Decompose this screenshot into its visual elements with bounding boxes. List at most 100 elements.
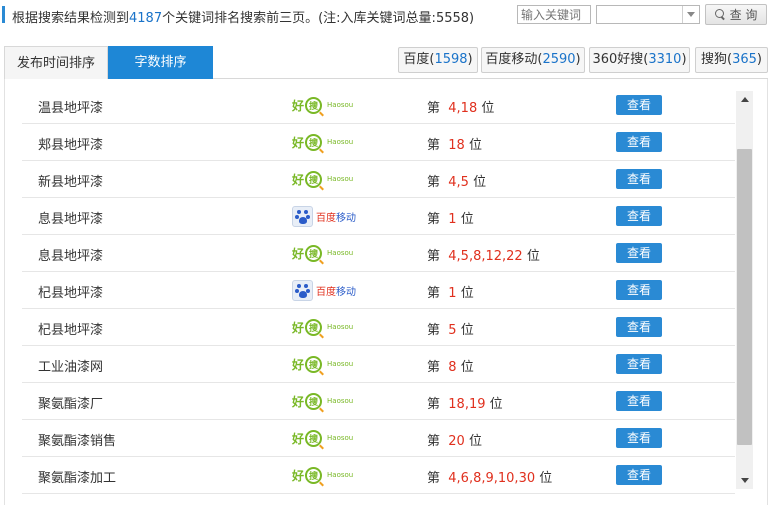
- keyword-text: 新县地坪漆: [38, 175, 104, 190]
- engine-count: 1598: [434, 52, 468, 67]
- view-button[interactable]: 查看: [616, 391, 662, 411]
- rank-text: 第 8 位: [427, 360, 474, 375]
- keyword-text: 聚氨酯漆厂: [38, 397, 104, 412]
- keyword-text: 工业油漆网: [38, 360, 104, 375]
- engine-count: 2590: [542, 52, 576, 67]
- engine-count: 3310: [648, 52, 682, 67]
- engine-name: 搜狗: [701, 52, 728, 67]
- summary-bar: 根据搜索结果检测到4187个关键词排名搜索前三页。(注:入库关键词总量:5558…: [0, 0, 772, 30]
- tab-word-count-sort[interactable]: 字数排序: [108, 46, 213, 79]
- view-button[interactable]: 查看: [616, 169, 662, 189]
- haosou-logo-icon: 好 搜 Haosou: [292, 466, 354, 484]
- table-row: 工业油漆网 好 搜 Haosou 第 8 位 查看: [22, 346, 735, 383]
- rank-text: 第 4,5 位: [427, 175, 487, 190]
- table-row: 聚氨酯漆加工 好 搜 Haosou 第 4,6,8,9,10,30 位 查看: [22, 457, 735, 494]
- rank-positions: 8: [448, 360, 457, 375]
- rank-positions: 5: [448, 323, 457, 338]
- tab-publish-time-sort[interactable]: 发布时间排序: [4, 46, 108, 79]
- baidu-mobile-logo-icon: 百度移动: [292, 205, 356, 227]
- table-row: 杞县地坪漆 好 搜 Haosou 第 5 位 查看: [22, 309, 735, 346]
- table-row: 聚氨酯漆厂 好 搜 Haosou 第 18,19 位 查看: [22, 383, 735, 420]
- keyword-input[interactable]: [517, 5, 591, 24]
- table-row: 郏县地坪漆 好 搜 Haosou 第 18 位 查看: [22, 124, 735, 161]
- scroll-thumb[interactable]: [737, 149, 752, 445]
- engine-filter-sogou[interactable]: 搜狗(365): [695, 47, 768, 73]
- view-button[interactable]: 查看: [616, 243, 662, 263]
- rank-text: 第 18 位: [427, 138, 482, 153]
- chevron-down-icon[interactable]: [682, 6, 699, 23]
- keyword-text: 杞县地坪漆: [38, 286, 104, 301]
- engine-filter-baidu-mobile[interactable]: 百度移动(2590): [481, 47, 585, 73]
- haosou-logo-icon: 好 搜 Haosou: [292, 429, 354, 447]
- engine-select[interactable]: [596, 5, 700, 24]
- view-button[interactable]: 查看: [616, 465, 662, 485]
- haosou-logo-icon: 好 搜 Haosou: [292, 170, 354, 188]
- ranking-list: 温县地坪漆 好 搜 Haosou 第 4,18 位 查看 郏县地坪漆 好 搜 H…: [22, 87, 735, 494]
- haosou-logo-icon: 好 搜 Haosou: [292, 96, 354, 114]
- table-row: 温县地坪漆 好 搜 Haosou 第 4,18 位 查看: [22, 87, 735, 124]
- rank-positions: 18,19: [448, 397, 486, 412]
- baidu-mobile-logo-icon: 百度移动: [292, 279, 356, 301]
- table-row: 聚氨酯漆销售 好 搜 Haosou 第 20 位 查看: [22, 420, 735, 457]
- rank-text: 第 4,5,8,12,22 位: [427, 249, 540, 264]
- haosou-logo-icon: 好 搜 Haosou: [292, 392, 354, 410]
- baidu-mobile-logo-text: 百度移动: [316, 212, 356, 224]
- keyword-count: 4187: [129, 11, 163, 26]
- rank-positions: 1: [448, 212, 457, 227]
- rank-positions: 1: [448, 286, 457, 301]
- view-button[interactable]: 查看: [616, 95, 662, 115]
- title-marker: [2, 6, 5, 23]
- keyword-text: 聚氨酯漆销售: [38, 434, 117, 449]
- baidu-paw-icon: [292, 205, 313, 227]
- query-button[interactable]: 查 询: [705, 4, 767, 25]
- rank-positions: 4,5,8,12,22: [448, 249, 523, 264]
- rank-text: 第 20 位: [427, 434, 482, 449]
- engine-name: 百度移动: [485, 52, 538, 67]
- keyword-text: 聚氨酯漆加工: [38, 471, 117, 486]
- ranking-list-panel: 温县地坪漆 好 搜 Haosou 第 4,18 位 查看 郏县地坪漆 好 搜 H…: [4, 79, 768, 505]
- baidu-paw-icon: [292, 279, 313, 301]
- haosou-logo-icon: 好 搜 Haosou: [292, 133, 354, 151]
- rank-positions: 4,5: [448, 175, 469, 190]
- baidu-mobile-logo-text: 百度移动: [316, 286, 356, 298]
- rank-text: 第 18,19 位: [427, 397, 503, 412]
- scroll-down-icon[interactable]: [736, 472, 753, 489]
- engine-count: 365: [732, 52, 757, 67]
- haosou-logo-icon: 好 搜 Haosou: [292, 318, 354, 336]
- rank-text: 第 1 位: [427, 212, 474, 227]
- rank-positions: 18: [448, 138, 465, 153]
- rank-positions: 20: [448, 434, 465, 449]
- engine-name: 百度: [403, 52, 430, 67]
- list-scrollbar[interactable]: [736, 91, 753, 489]
- table-row: 息县地坪漆 百度移动 第 1 位 查看: [22, 198, 735, 235]
- rank-text: 第 4,6,8,9,10,30 位: [427, 471, 553, 486]
- keyword-text: 温县地坪漆: [38, 101, 104, 116]
- view-button[interactable]: 查看: [616, 428, 662, 448]
- keyword-text: 郏县地坪漆: [38, 138, 104, 153]
- sort-tabs-row: 发布时间排序 字数排序 百度(1598) 百度移动(2590) 360好搜(33…: [4, 46, 768, 79]
- scroll-up-icon[interactable]: [736, 91, 753, 108]
- view-button[interactable]: 查看: [616, 317, 662, 337]
- engine-filter-baidu[interactable]: 百度(1598): [398, 47, 478, 73]
- rank-positions: 4,18: [448, 101, 478, 116]
- search-icon: [714, 9, 726, 20]
- engine-name: 360好搜: [592, 52, 644, 67]
- table-row: 新县地坪漆 好 搜 Haosou 第 4,5 位 查看: [22, 161, 735, 198]
- rank-text: 第 4,18 位: [427, 101, 495, 116]
- rank-text: 第 5 位: [427, 323, 474, 338]
- summary-text: 根据搜索结果检测到4187个关键词排名搜索前三页。(注:入库关键词总量:5558…: [12, 7, 474, 26]
- summary-prefix: 根据搜索结果检测到: [12, 11, 130, 26]
- summary-suffix: 个关键词排名搜索前三页。(注:入库关键词总量:5558): [162, 11, 475, 26]
- query-button-label: 查 询: [729, 8, 758, 22]
- view-button[interactable]: 查看: [616, 206, 662, 226]
- keyword-text: 杞县地坪漆: [38, 323, 104, 338]
- view-button[interactable]: 查看: [616, 354, 662, 374]
- haosou-logo-icon: 好 搜 Haosou: [292, 244, 354, 262]
- view-button[interactable]: 查看: [616, 280, 662, 300]
- keyword-text: 息县地坪漆: [38, 249, 104, 264]
- engine-filter-360-haosou[interactable]: 360好搜(3310): [589, 47, 690, 73]
- view-button[interactable]: 查看: [616, 132, 662, 152]
- rank-positions: 4,6,8,9,10,30: [448, 471, 536, 486]
- table-row: 杞县地坪漆 百度移动 第 1 位 查看: [22, 272, 735, 309]
- haosou-logo-icon: 好 搜 Haosou: [292, 355, 354, 373]
